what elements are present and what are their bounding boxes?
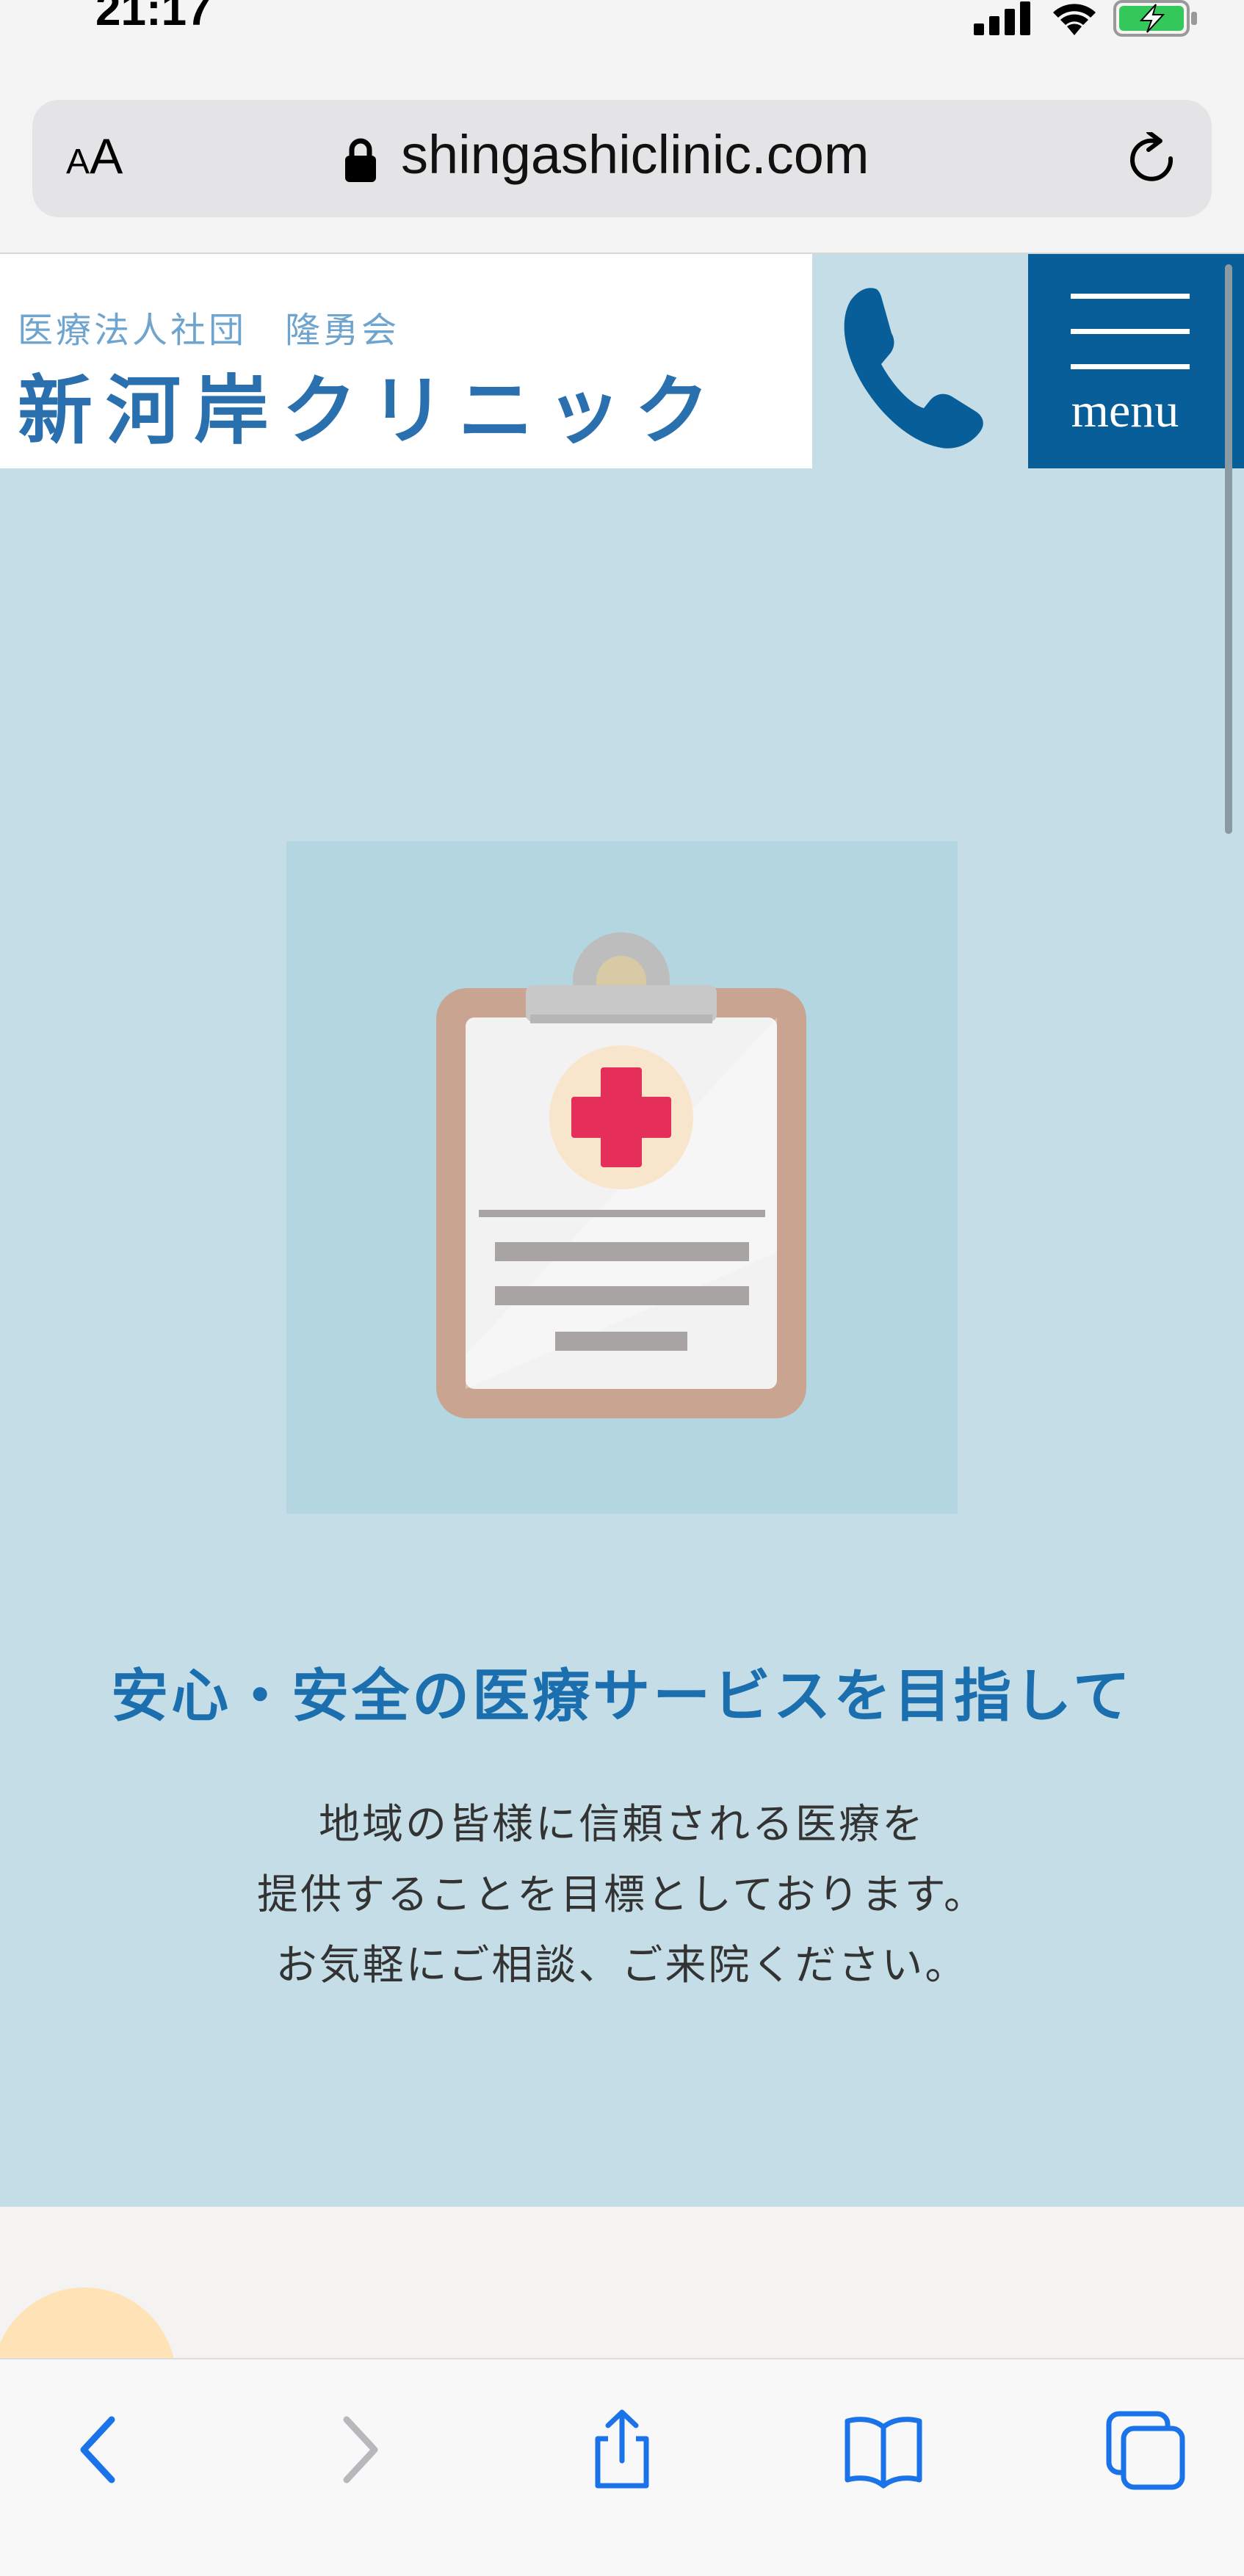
forward-icon[interactable] [319,2409,399,2490]
hamburger-line [1071,364,1190,369]
back-icon[interactable] [59,2409,140,2490]
url-text[interactable]: shingashiclinic.com [401,123,869,186]
cellular-signal-icon [974,1,1030,35]
battery-charging-icon [1113,0,1197,37]
logo-title: 新河岸クリニック [18,368,723,455]
lock-icon [345,138,376,182]
text-size-small-label: A [66,142,90,181]
logo-subtitle: 医療法人社団 隆勇会 [18,310,400,351]
bookmarks-icon[interactable] [843,2409,924,2490]
phone-icon[interactable] [834,279,1008,452]
text-size-button[interactable]: AA [66,128,123,185]
body-line: 提供することを目標としております。 [256,1871,988,1919]
share-icon[interactable] [582,2409,662,2490]
body-line: 地域の皆様に信頼される医療を [319,1801,925,1848]
reload-icon[interactable] [1127,132,1182,188]
hero-body: 地域の皆様に信頼される医療を 提供することを目標としております。 お気軽にご相談… [0,1790,1244,2001]
body-line: お気軽にご相談、ご来院ください。 [275,1942,969,1989]
clipboard-medical-icon [436,932,806,1418]
status-time: 21:17 [95,0,212,35]
hamburger-line [1071,329,1190,334]
hamburger-line [1071,294,1190,299]
scrollbar-thumb[interactable] [1225,264,1232,834]
menu-button[interactable]: menu [1028,254,1244,468]
hero-heading: 安心・安全の医療サービスを目指して [111,1663,1133,1730]
text-size-large-label: A [90,128,123,184]
next-section [0,2207,1244,2361]
menu-label: menu [1071,384,1179,438]
wifi-icon [1053,4,1096,35]
tabs-icon[interactable] [1104,2409,1185,2490]
